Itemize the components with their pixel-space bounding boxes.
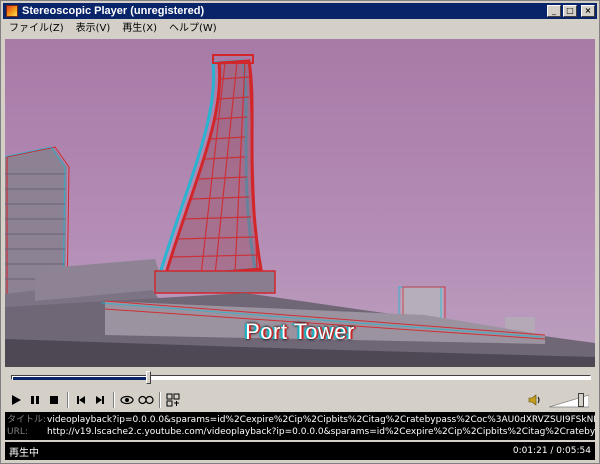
previous-button[interactable] [72, 391, 90, 409]
toolbar-separator [159, 392, 161, 408]
play-icon [12, 395, 21, 405]
video-frame [5, 39, 595, 367]
video-caption: Port Tower [245, 319, 355, 344]
pause-button[interactable] [26, 391, 44, 409]
menu-bar: ファイル(Z) 表示(V) 再生(X) ヘルプ(W) [3, 20, 597, 38]
mute-button[interactable] [526, 391, 544, 409]
menu-file[interactable]: ファイル(Z) [3, 21, 70, 37]
toolbar-separator [67, 392, 69, 408]
volume-slider[interactable] [548, 393, 590, 408]
url-label: URL: [7, 427, 28, 437]
title-bar[interactable]: Stereoscopic Player (unregistered) _ □ × [3, 3, 597, 19]
title-value: videoplayback?ip=0.0.0.0&sparams=id%2Cex… [47, 415, 595, 425]
settings-button[interactable] [164, 391, 182, 409]
menu-play[interactable]: 再生(X) [116, 21, 163, 37]
minimize-button[interactable]: _ [547, 5, 561, 17]
pause-icon [31, 396, 39, 404]
menu-view[interactable]: 表示(V) [70, 21, 117, 37]
stop-icon [50, 396, 58, 404]
stereo-mode-button[interactable] [137, 391, 155, 409]
player-window: Stereoscopic Player (unregistered) _ □ ×… [0, 0, 600, 464]
stereo-glasses-icon [138, 395, 154, 405]
seek-thumb[interactable] [146, 371, 151, 384]
app-icon [6, 5, 18, 17]
close-button[interactable]: × [581, 5, 595, 17]
seek-bar[interactable] [11, 371, 591, 384]
speaker-icon [528, 394, 540, 406]
info-url-row: URL: http://v19.lscache2.c.youtube.com/v… [7, 426, 595, 438]
play-button[interactable] [7, 391, 25, 409]
menu-help[interactable]: ヘルプ(W) [163, 21, 223, 37]
playback-state: 再生中 [9, 447, 39, 459]
title-label: タイトル: [7, 415, 47, 425]
volume-control [526, 391, 590, 409]
toolbar-separator [113, 392, 115, 408]
seek-track[interactable] [11, 375, 591, 380]
next-icon [96, 396, 104, 404]
eye-icon [120, 395, 134, 405]
playback-toolbar [7, 391, 595, 409]
view-mode-button[interactable] [118, 391, 136, 409]
previous-icon [77, 396, 85, 404]
playback-time: 0:01:21 / 0:05:54 [512, 446, 591, 456]
media-info-panel: タイトル: videoplayback?ip=0.0.0.0&sparams=i… [5, 412, 595, 440]
settings-grid-icon [166, 393, 180, 407]
seek-progress [13, 377, 150, 380]
maximize-button[interactable]: □ [563, 5, 577, 17]
stop-button[interactable] [45, 391, 63, 409]
next-button[interactable] [91, 391, 109, 409]
url-value: http://v19.lscache2.c.youtube.com/videop… [47, 427, 595, 437]
window-title: Stereoscopic Player (unregistered) [22, 5, 205, 17]
status-bar: 再生中 0:01:21 / 0:05:54 [5, 442, 595, 460]
video-viewport[interactable]: Port Tower [5, 39, 595, 367]
volume-thumb[interactable] [578, 393, 584, 407]
info-title-row: タイトル: videoplayback?ip=0.0.0.0&sparams=i… [7, 414, 595, 426]
